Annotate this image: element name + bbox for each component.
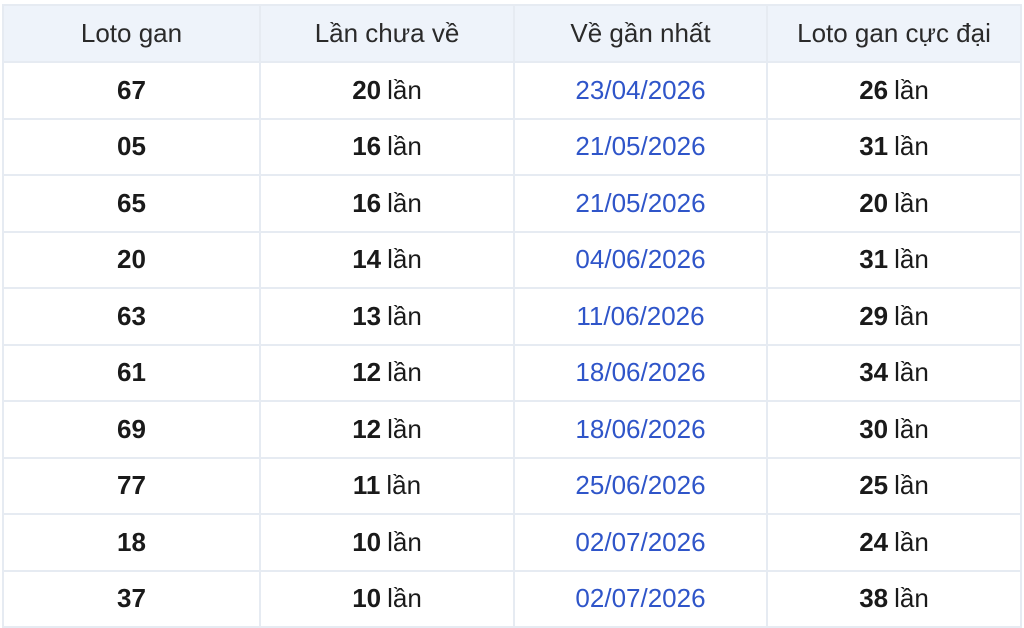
table-row: 20 14 lần 04/06/2026 31 lần [2,230,1022,289]
loto-number-cell: 20 [2,230,261,289]
table-row: 63 13 lần 11/06/2026 29 lần [2,287,1022,346]
missed-count-cell: 14 lần [259,230,515,289]
missed-count-value: 10 [352,526,382,557]
last-seen-date-cell[interactable]: 23/04/2026 [513,61,768,120]
max-gap-cell: 34 lần [766,343,1022,402]
missed-count-cell: 20 lần [259,61,515,120]
last-seen-date-cell[interactable]: 04/06/2026 [513,230,768,289]
last-seen-date-cell[interactable]: 02/07/2026 [513,513,768,572]
max-gap-cell: 31 lần [766,230,1022,289]
max-gap-unit: lần [894,526,929,557]
max-gap-cell: 38 lần [766,569,1022,628]
missed-count-cell: 13 lần [259,287,515,346]
max-gap-value: 31 [859,244,889,275]
max-gap-unit: lần [894,413,929,444]
missed-count-value: 11 [352,470,381,501]
loto-number-cell: 37 [2,569,261,628]
loto-gan-table-container: Loto gan Lần chưa về Về gần nhất Loto ga… [2,4,1022,628]
missed-count-cell: 11 lần [259,456,515,515]
max-gap-value: 29 [859,300,889,331]
table-row: 61 12 lần 18/06/2026 34 lần [2,343,1022,402]
missed-count-value: 13 [352,300,382,331]
max-gap-unit: lần [894,470,929,501]
missed-count-unit: lần [386,470,422,501]
missed-count-value: 14 [352,244,382,275]
max-gap-cell: 31 lần [766,117,1022,176]
table-row: 67 20 lần 23/04/2026 26 lần [2,61,1022,120]
missed-count-unit: lần [387,74,422,105]
missed-count-value: 12 [352,413,382,444]
max-gap-cell: 30 lần [766,400,1022,459]
max-gap-unit: lần [894,131,929,162]
max-gap-unit: lần [894,300,929,331]
missed-count-value: 16 [352,131,382,162]
missed-count-cell: 12 lần [259,343,515,402]
loto-number-cell: 69 [2,400,261,459]
missed-count-cell: 10 lần [259,513,515,572]
table-row: 37 10 lần 02/07/2026 38 lần [2,569,1022,628]
last-seen-date-cell[interactable]: 21/05/2026 [513,174,768,233]
missed-count-unit: lần [387,583,422,614]
table-row: 69 12 lần 18/06/2026 30 lần [2,400,1022,459]
max-gap-cell: 26 lần [766,61,1022,120]
header-lan-chua-ve: Lần chưa về [259,4,515,63]
missed-count-value: 16 [352,187,382,218]
max-gap-unit: lần [894,357,929,388]
last-seen-date-cell[interactable]: 18/06/2026 [513,400,768,459]
last-seen-date-cell[interactable]: 25/06/2026 [513,456,768,515]
missed-count-unit: lần [387,357,422,388]
loto-number-cell: 63 [2,287,261,346]
max-gap-value: 31 [859,131,889,162]
last-seen-date-cell[interactable]: 21/05/2026 [513,117,768,176]
max-gap-cell: 25 lần [766,456,1022,515]
missed-count-value: 20 [352,74,382,105]
missed-count-cell: 16 lần [259,117,515,176]
missed-count-unit: lần [387,244,422,275]
max-gap-value: 30 [859,413,889,444]
missed-count-unit: lần [387,131,422,162]
max-gap-cell: 29 lần [766,287,1022,346]
loto-number-cell: 65 [2,174,261,233]
loto-number-cell: 05 [2,117,261,176]
loto-number-cell: 67 [2,61,261,120]
max-gap-value: 25 [859,470,889,501]
last-seen-date-cell[interactable]: 02/07/2026 [513,569,768,628]
table-row: 05 16 lần 21/05/2026 31 lần [2,117,1022,176]
missed-count-cell: 12 lần [259,400,515,459]
last-seen-date-cell[interactable]: 11/06/2026 [513,287,768,346]
header-loto-gan-cuc-dai: Loto gan cực đại [766,4,1022,63]
table-row: 77 11 lần 25/06/2026 25 lần [2,456,1022,515]
missed-count-unit: lần [387,413,422,444]
max-gap-value: 38 [859,583,889,614]
missed-count-unit: lần [387,187,422,218]
max-gap-unit: lần [894,244,929,275]
table-row: 65 16 lần 21/05/2026 20 lần [2,174,1022,233]
last-seen-date-cell[interactable]: 18/06/2026 [513,343,768,402]
max-gap-cell: 20 lần [766,174,1022,233]
table-body: 67 20 lần 23/04/2026 26 lần 05 16 lần 21/05… [2,61,1022,628]
header-ve-gan-nhat: Về gần nhất [513,4,768,63]
max-gap-unit: lần [894,187,929,218]
max-gap-value: 20 [859,187,889,218]
loto-number-cell: 77 [2,456,261,515]
header-row: Loto gan Lần chưa về Về gần nhất Loto ga… [2,4,1022,63]
missed-count-value: 10 [352,583,382,614]
missed-count-unit: lần [387,300,422,331]
missed-count-value: 12 [352,357,382,388]
table-row: 18 10 lần 02/07/2026 24 lần [2,513,1022,572]
max-gap-unit: lần [894,583,929,614]
loto-gan-table: Loto gan Lần chưa về Về gần nhất Loto ga… [2,4,1022,628]
table-header: Loto gan Lần chưa về Về gần nhất Loto ga… [2,4,1022,63]
missed-count-cell: 10 lần [259,569,515,628]
missed-count-cell: 16 lần [259,174,515,233]
max-gap-value: 26 [859,74,889,105]
max-gap-value: 34 [859,357,889,388]
loto-number-cell: 61 [2,343,261,402]
loto-number-cell: 18 [2,513,261,572]
max-gap-unit: lần [894,74,929,105]
missed-count-unit: lần [387,526,422,557]
header-loto-gan: Loto gan [2,4,261,63]
max-gap-value: 24 [859,526,889,557]
max-gap-cell: 24 lần [766,513,1022,572]
